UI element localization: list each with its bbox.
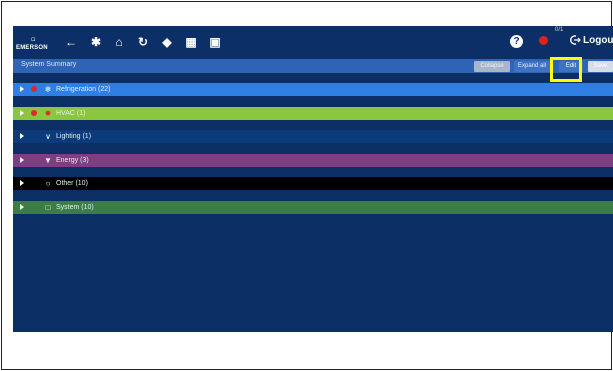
calendar-icon[interactable]: ▦	[184, 35, 198, 49]
screenshot-frame: ⸋ EMERSON ← ✱ ⌂ ↻ ◆ ▦ ▣ ? 0/1 Logout Sys…	[1, 1, 613, 370]
group-label: Refrigeration (22)	[56, 86, 111, 93]
other-icon: ○	[45, 179, 51, 188]
brand-name: EMERSON	[16, 45, 48, 51]
group-label: HVAC (1)	[56, 110, 86, 117]
expand-all-button[interactable]: Expand all	[514, 61, 550, 72]
logout-button[interactable]: Logout	[569, 32, 613, 48]
group-label: System (10)	[56, 204, 94, 211]
bolt-icon: ▼	[44, 156, 52, 165]
expand-caret-icon[interactable]	[20, 133, 24, 139]
expand-caret-icon[interactable]	[20, 180, 24, 186]
edit-button-highlight	[550, 57, 582, 82]
settings-icon[interactable]: ✱	[89, 35, 103, 49]
alarm-dot-icon	[31, 110, 37, 116]
back-arrow-icon[interactable]: ←	[64, 35, 78, 49]
alarm-count: 0/1	[555, 27, 564, 33]
page-title: System Summary	[21, 61, 77, 68]
alarm-indicator-icon[interactable]	[539, 36, 548, 45]
expand-caret-icon[interactable]	[20, 86, 24, 92]
collapse-button[interactable]: Collapse	[474, 61, 510, 72]
expand-caret-icon[interactable]	[20, 110, 24, 116]
group-row-lighting[interactable]: ∨ Lighting (1)	[13, 130, 613, 143]
group-label: Other (10)	[56, 180, 88, 187]
logout-label: Logout	[583, 34, 613, 46]
home-icon[interactable]: ⌂	[112, 35, 126, 49]
bulb-icon: ∨	[45, 132, 51, 141]
refresh-icon[interactable]: ↻	[136, 35, 150, 49]
group-label: Energy (3)	[56, 157, 89, 164]
group-row-system[interactable]: □ System (10)	[13, 201, 613, 214]
system-icon: □	[45, 203, 51, 212]
snowflake-icon: ❄	[44, 85, 52, 94]
group-row-other[interactable]: ○ Other (10)	[13, 177, 613, 190]
group-row-refrigeration[interactable]: ❄ Refrigeration (22)	[13, 83, 613, 96]
package-icon[interactable]: ◆	[160, 35, 174, 49]
alarm-dot-icon	[31, 86, 37, 92]
expand-caret-icon[interactable]	[20, 157, 24, 163]
app-window: ⸋ EMERSON ← ✱ ⌂ ↻ ◆ ▦ ▣ ? 0/1 Logout Sys…	[13, 26, 613, 332]
report-icon[interactable]: ▣	[208, 35, 222, 49]
summary-header-bar: System Summary Collapse Expand all Edit …	[13, 59, 613, 73]
save-button[interactable]: Save	[588, 61, 613, 72]
top-toolbar: ⸋ EMERSON ← ✱ ⌂ ↻ ◆ ▦ ▣ ? 0/1 Logout	[13, 26, 613, 59]
logout-icon	[570, 35, 581, 45]
emerson-logo: ⸋ EMERSON	[16, 34, 56, 56]
fan-icon: ✸	[44, 109, 52, 118]
group-label: Lighting (1)	[56, 133, 92, 140]
group-row-hvac[interactable]: ✸ HVAC (1)	[13, 107, 613, 120]
help-icon[interactable]: ?	[510, 35, 523, 48]
expand-caret-icon[interactable]	[20, 204, 24, 210]
group-row-energy[interactable]: ▼ Energy (3)	[13, 154, 613, 167]
